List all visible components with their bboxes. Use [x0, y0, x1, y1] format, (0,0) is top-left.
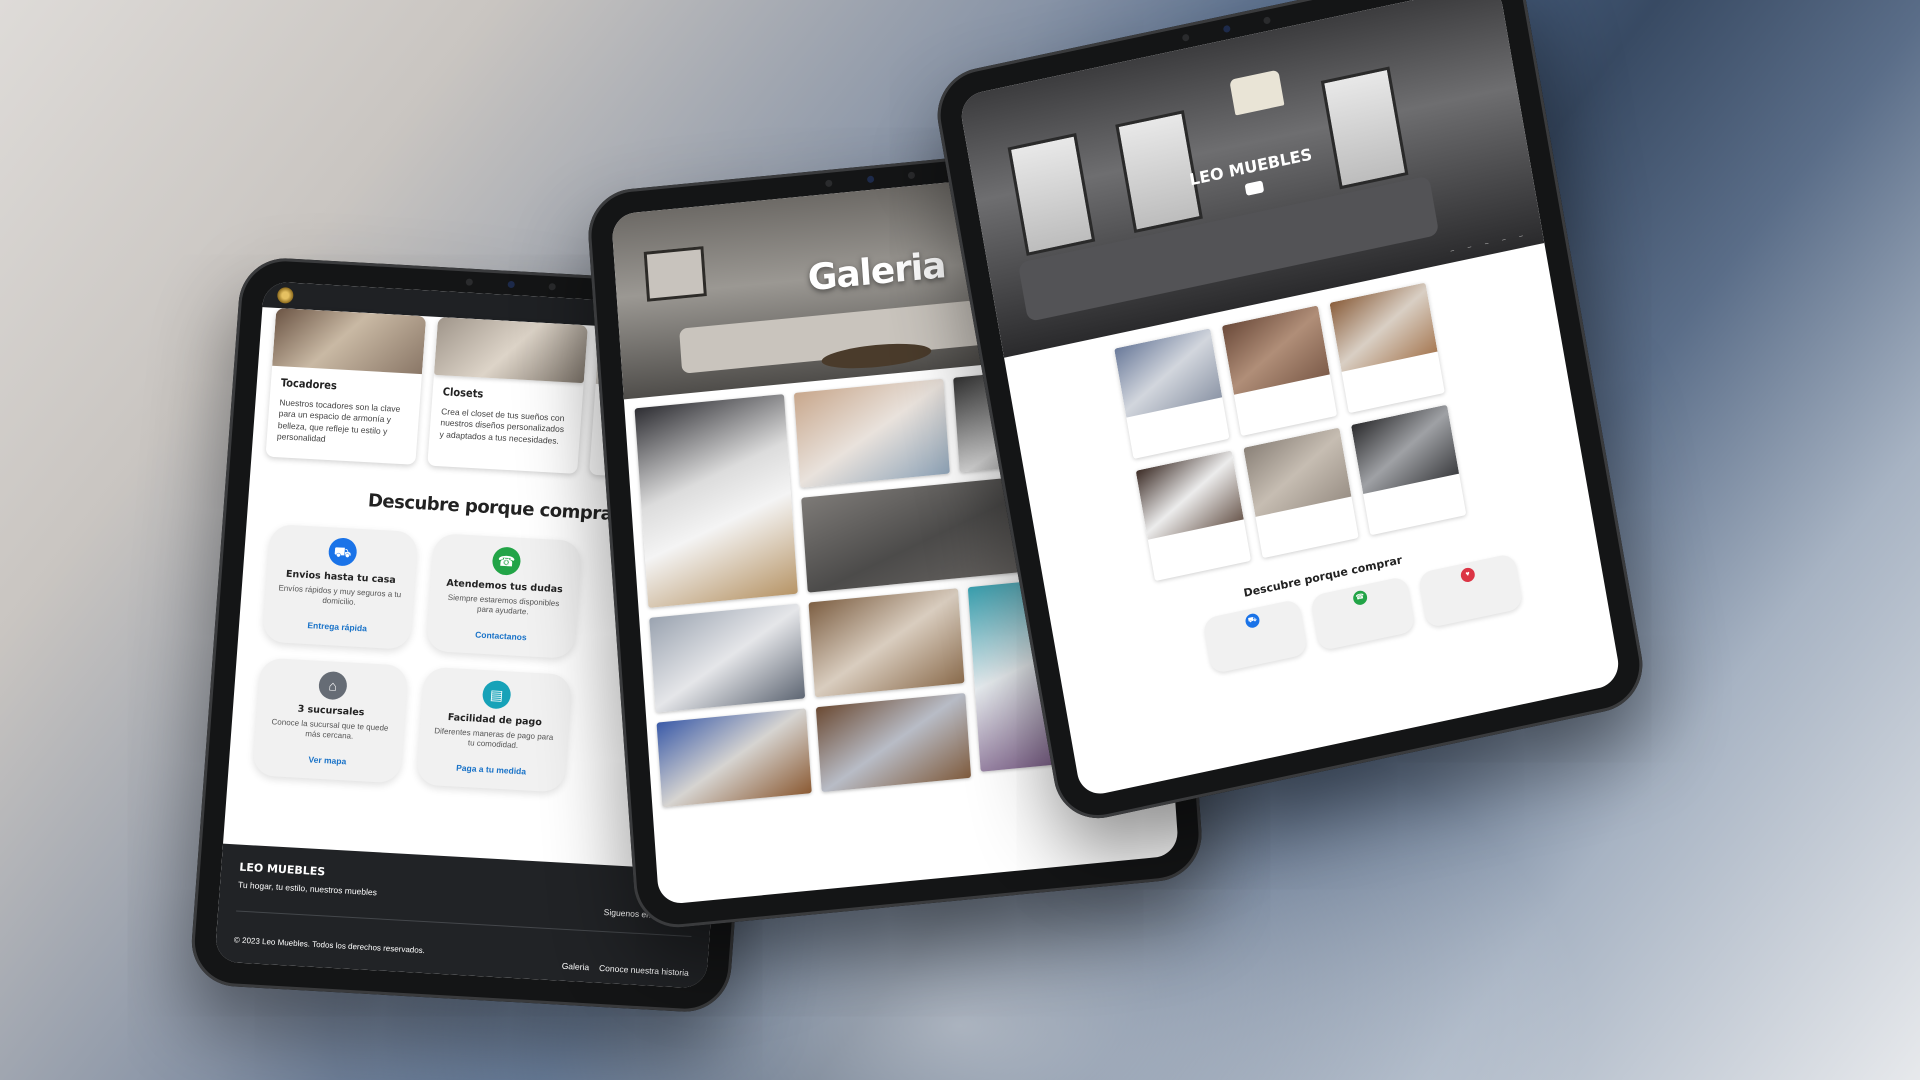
gallery-image[interactable]: [634, 394, 798, 608]
footer-links: Galeria Conoce nuestra historia: [561, 961, 689, 978]
feature-link[interactable]: Entrega rápida: [307, 620, 367, 633]
feature-link[interactable]: Ver mapa: [308, 754, 346, 766]
credit-card-icon: ▤: [481, 679, 512, 710]
feature-card-shipping: ⛟ Envios hasta tu casa Envíos rápidos y …: [261, 523, 419, 650]
camera: [465, 276, 556, 291]
product-image: [1329, 282, 1438, 372]
screen-right: LEO MUEBLES ─ ─ ─ ─ ─ Descubre porque co…: [958, 0, 1622, 799]
product-card[interactable]: [1243, 427, 1359, 559]
feature-card-payment: ▤ Facilidad de pago Diferentes maneras d…: [415, 666, 573, 793]
shield-icon: ♥: [1459, 566, 1476, 584]
feature-link[interactable]: Contactanos: [475, 629, 527, 642]
hero-lamp: [1229, 69, 1285, 116]
gallery-image[interactable]: [649, 603, 806, 713]
product-card[interactable]: Closets Crea el closet de tus sueños con…: [427, 316, 588, 474]
feature-text: Conoce la sucursal que te quede más cerc…: [271, 717, 389, 742]
feature-card: ☎: [1310, 575, 1416, 652]
product-image: [433, 316, 588, 384]
nav-item[interactable]: ─: [1519, 233, 1524, 240]
product-text: Crea el closet de tus sueños con nuestro…: [439, 406, 565, 446]
product-card[interactable]: [1221, 305, 1338, 437]
nav-item[interactable]: ─: [1485, 241, 1490, 248]
product-card[interactable]: Tocadores Nuestros tocadores son la clav…: [265, 307, 427, 465]
gallery-image[interactable]: [793, 378, 950, 488]
camera: [825, 170, 916, 189]
product-card[interactable]: [1351, 404, 1467, 536]
product-image: [1114, 328, 1223, 418]
gallery-image[interactable]: [656, 708, 812, 808]
truck-icon: ⛟: [1244, 612, 1261, 630]
footer-link-historia[interactable]: Conoce nuestra historia: [599, 963, 689, 978]
headset-icon: ☎: [491, 546, 522, 576]
product-title: Closets: [442, 385, 484, 401]
product-title: Tocadores: [280, 376, 338, 393]
product-image: [1135, 450, 1244, 540]
gallery-image[interactable]: [808, 588, 965, 698]
product-card[interactable]: [1329, 282, 1445, 414]
feature-card: ♥: [1417, 552, 1524, 629]
product-image: [1243, 427, 1352, 517]
feature-text: Diferentes maneras de pago para tu comod…: [433, 726, 554, 751]
feature-card-support: ☎ Atendemos tus dudas Siempre estaremos …: [425, 532, 583, 659]
product-card[interactable]: [1114, 328, 1230, 460]
product-image: [1351, 404, 1460, 494]
feature-card-stores: ⌂ 3 sucursales Conoce la sucursal que te…: [252, 657, 409, 784]
nav-item[interactable]: ─: [1502, 237, 1507, 244]
feature-text: Envíos rápidos y muy seguros a tu domici…: [278, 583, 402, 607]
store-icon: ⌂: [317, 670, 348, 701]
feature-card: ⛟: [1202, 598, 1309, 675]
nav-item[interactable]: ─: [1467, 244, 1472, 251]
product-image: [1221, 305, 1330, 395]
product-text: Nuestros tocadores son la clave para un …: [276, 397, 401, 445]
footer-link-galeria[interactable]: Galeria: [561, 961, 589, 973]
logo-icon[interactable]: [276, 286, 294, 304]
feature-text: Siempre estaremos disponibles para ayuda…: [447, 592, 560, 617]
headset-icon: ☎: [1352, 589, 1369, 607]
gallery-image[interactable]: [815, 692, 972, 793]
hero-cta-button[interactable]: [1244, 180, 1264, 196]
nav-item[interactable]: ─: [1450, 248, 1455, 255]
product-image: [272, 307, 427, 375]
copyright: © 2023 Leo Muebles. Todos los derechos r…: [233, 935, 426, 956]
truck-icon: ⛟: [327, 537, 358, 567]
feature-link[interactable]: Paga a tu medida: [456, 762, 527, 776]
product-card[interactable]: [1135, 450, 1252, 582]
